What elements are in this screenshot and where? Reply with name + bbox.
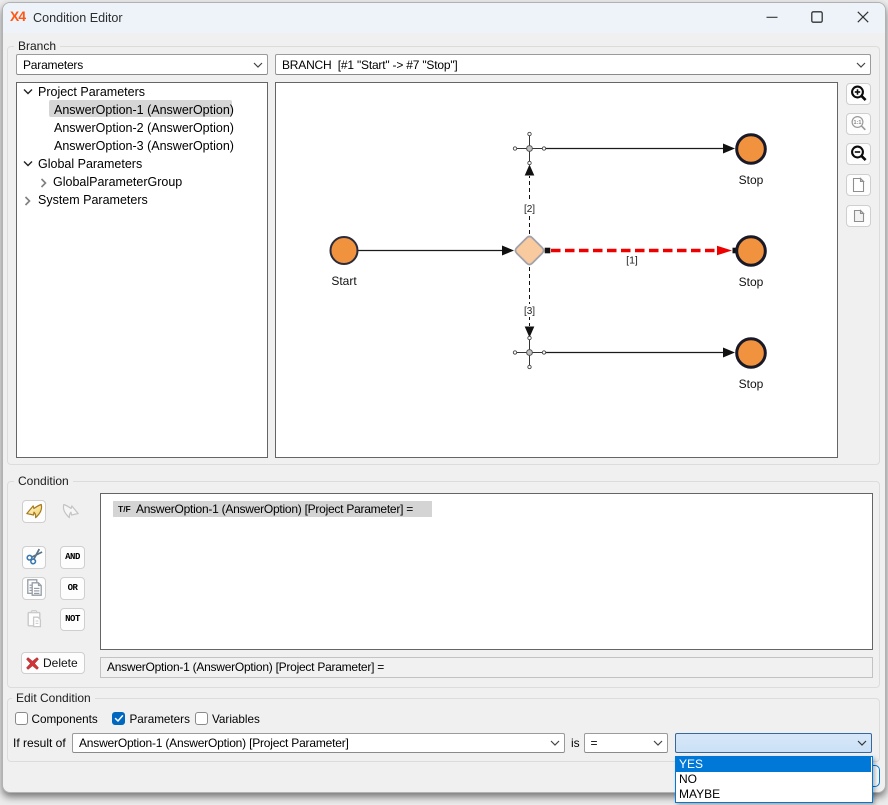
svg-text:1:1: 1:1	[854, 120, 862, 126]
svg-text:Stop: Stop	[739, 173, 764, 187]
svg-text:Stop: Stop	[739, 275, 764, 289]
svg-text:Start: Start	[331, 274, 357, 288]
svg-text:[2]: [2]	[524, 204, 535, 215]
svg-text:[1]: [1]	[626, 255, 638, 267]
svg-text:Stop: Stop	[739, 377, 764, 391]
svg-text:[3]: [3]	[524, 306, 535, 317]
